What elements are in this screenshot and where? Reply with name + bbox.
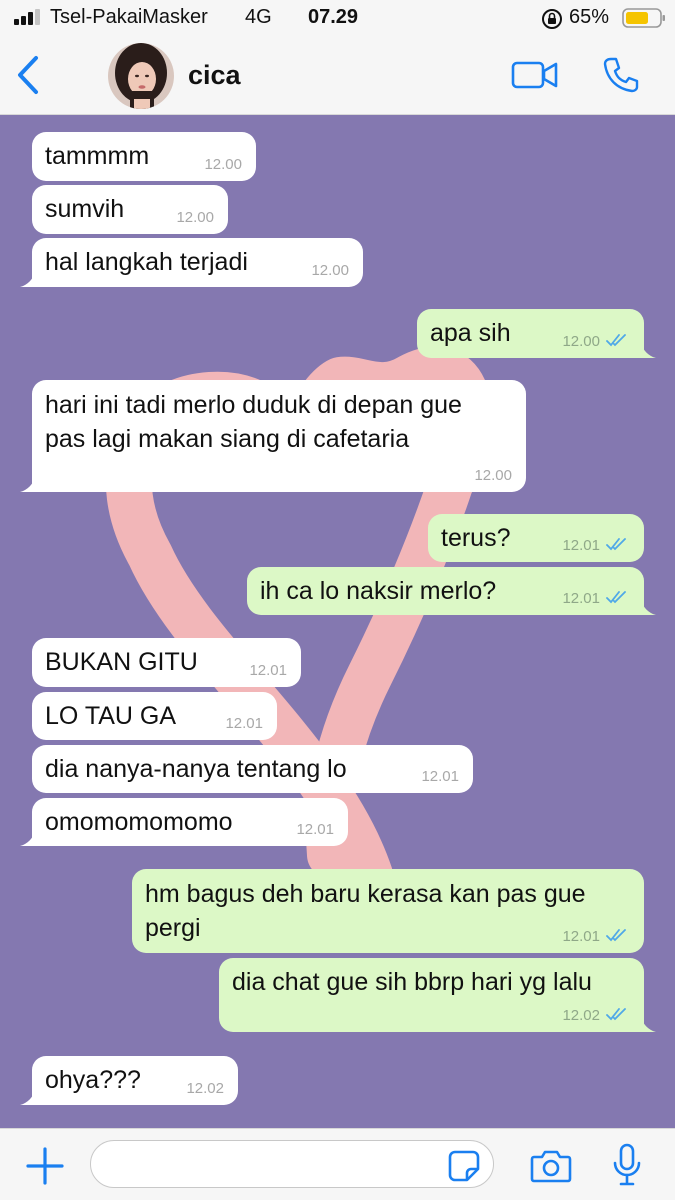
message-time: 12.00 (176, 209, 214, 226)
message-incoming[interactable]: dia nanya-nanya tentang lo 12.01 (32, 745, 473, 793)
message-time: 12.01 (296, 821, 334, 838)
chevron-left-icon[interactable] (14, 54, 42, 96)
message-time: 12.01 (562, 928, 600, 945)
message-text: hal langkah terjadi (45, 248, 248, 276)
bubble-tail (20, 476, 36, 492)
bubble-tail (640, 599, 656, 615)
plus-icon[interactable] (25, 1146, 65, 1186)
message-time: 12.01 (562, 537, 600, 554)
message-text: hari ini tadi merlo duduk di depan gue (45, 391, 462, 419)
read-receipt-icon (606, 538, 626, 551)
sticker-icon[interactable] (447, 1149, 481, 1183)
battery-icon (622, 8, 665, 28)
read-receipt-icon (606, 929, 626, 942)
message-text: pergi (145, 914, 201, 942)
video-call-icon[interactable] (511, 59, 559, 91)
message-outgoing[interactable]: apa sih 12.00 (417, 309, 656, 358)
signal-strength-icon (14, 9, 40, 25)
message-input[interactable] (90, 1140, 494, 1188)
status-bar: Tsel-PakaiMasker 4G 07.29 65% (0, 0, 675, 38)
network-type: 4G (245, 6, 272, 28)
message-text: hm bagus deh baru kerasa kan pas gue (145, 880, 586, 908)
message-incoming[interactable]: ohya??? 12.02 (20, 1056, 238, 1105)
message-text: terus? (441, 524, 511, 552)
message-text: dia chat gue sih bbrp hari yg lalu (232, 968, 592, 996)
message-incoming[interactable]: BUKAN GITU 12.01 (32, 638, 301, 687)
phone-call-icon[interactable] (602, 56, 640, 94)
message-time: 12.01 (421, 768, 459, 785)
message-incoming[interactable]: tammmm 12.00 (32, 132, 256, 181)
bubble-tail (20, 1089, 36, 1105)
message-time: 12.00 (311, 262, 349, 279)
microphone-icon[interactable] (612, 1143, 642, 1187)
message-time: 12.01 (225, 715, 263, 732)
read-receipt-icon (606, 1008, 626, 1021)
bubble-tail (640, 342, 656, 358)
read-receipt-icon (606, 334, 626, 347)
message-text: tammmm (45, 142, 150, 170)
message-time: 12.00 (204, 156, 242, 173)
chat-area[interactable]: tammmm 12.00 sumvih 12.00 hal langkah te… (0, 115, 675, 1128)
message-text: BUKAN GITU (45, 648, 198, 676)
message-time: 12.01 (249, 662, 287, 679)
message-text: ohya??? (45, 1066, 141, 1094)
message-text: pas lagi makan siang di cafetaria (45, 425, 410, 453)
message-time: 12.00 (562, 333, 600, 350)
message-incoming[interactable]: sumvih 12.00 (32, 185, 228, 234)
message-outgoing[interactable]: ih ca lo naksir merlo? 12.01 (247, 567, 656, 615)
message-time: 12.00 (474, 467, 512, 484)
message-outgoing[interactable]: dia chat gue sih bbrp hari yg lalu 12.02 (219, 958, 656, 1032)
message-text: LO TAU GA (45, 702, 177, 730)
message-text: omomomomomo (45, 808, 233, 836)
message-time: 12.01 (562, 590, 600, 607)
camera-icon[interactable] (530, 1147, 572, 1185)
message-text: ih ca lo naksir merlo? (260, 577, 497, 605)
bubble-tail (20, 830, 36, 846)
bubble-tail (640, 1016, 656, 1032)
message-time: 12.02 (562, 1007, 600, 1024)
message-incoming[interactable]: omomomomomo 12.01 (20, 798, 348, 846)
message-text: sumvih (45, 195, 125, 223)
contact-name[interactable]: cica (188, 60, 241, 91)
message-incoming[interactable]: hari ini tadi merlo duduk di depan gue p… (20, 380, 526, 492)
carrier-name: Tsel-PakaiMasker (50, 6, 208, 28)
message-time: 12.02 (186, 1080, 224, 1097)
message-incoming[interactable]: LO TAU GA 12.01 (32, 692, 277, 740)
message-incoming[interactable]: hal langkah terjadi 12.00 (20, 238, 363, 287)
message-text: dia nanya-nanya tentang lo (45, 755, 347, 783)
status-time: 07.29 (308, 6, 359, 28)
avatar[interactable] (108, 43, 174, 109)
battery-percentage: 65% (569, 6, 610, 28)
rotation-lock-icon (542, 9, 562, 29)
read-receipt-icon (606, 591, 626, 604)
message-outgoing[interactable]: hm bagus deh baru kerasa kan pas gue per… (132, 869, 644, 953)
chat-header: cica (0, 38, 675, 115)
bubble-tail (20, 271, 36, 287)
message-outgoing[interactable]: terus? 12.01 (428, 514, 644, 562)
composer-bar (0, 1128, 675, 1200)
message-text: apa sih (430, 319, 511, 347)
